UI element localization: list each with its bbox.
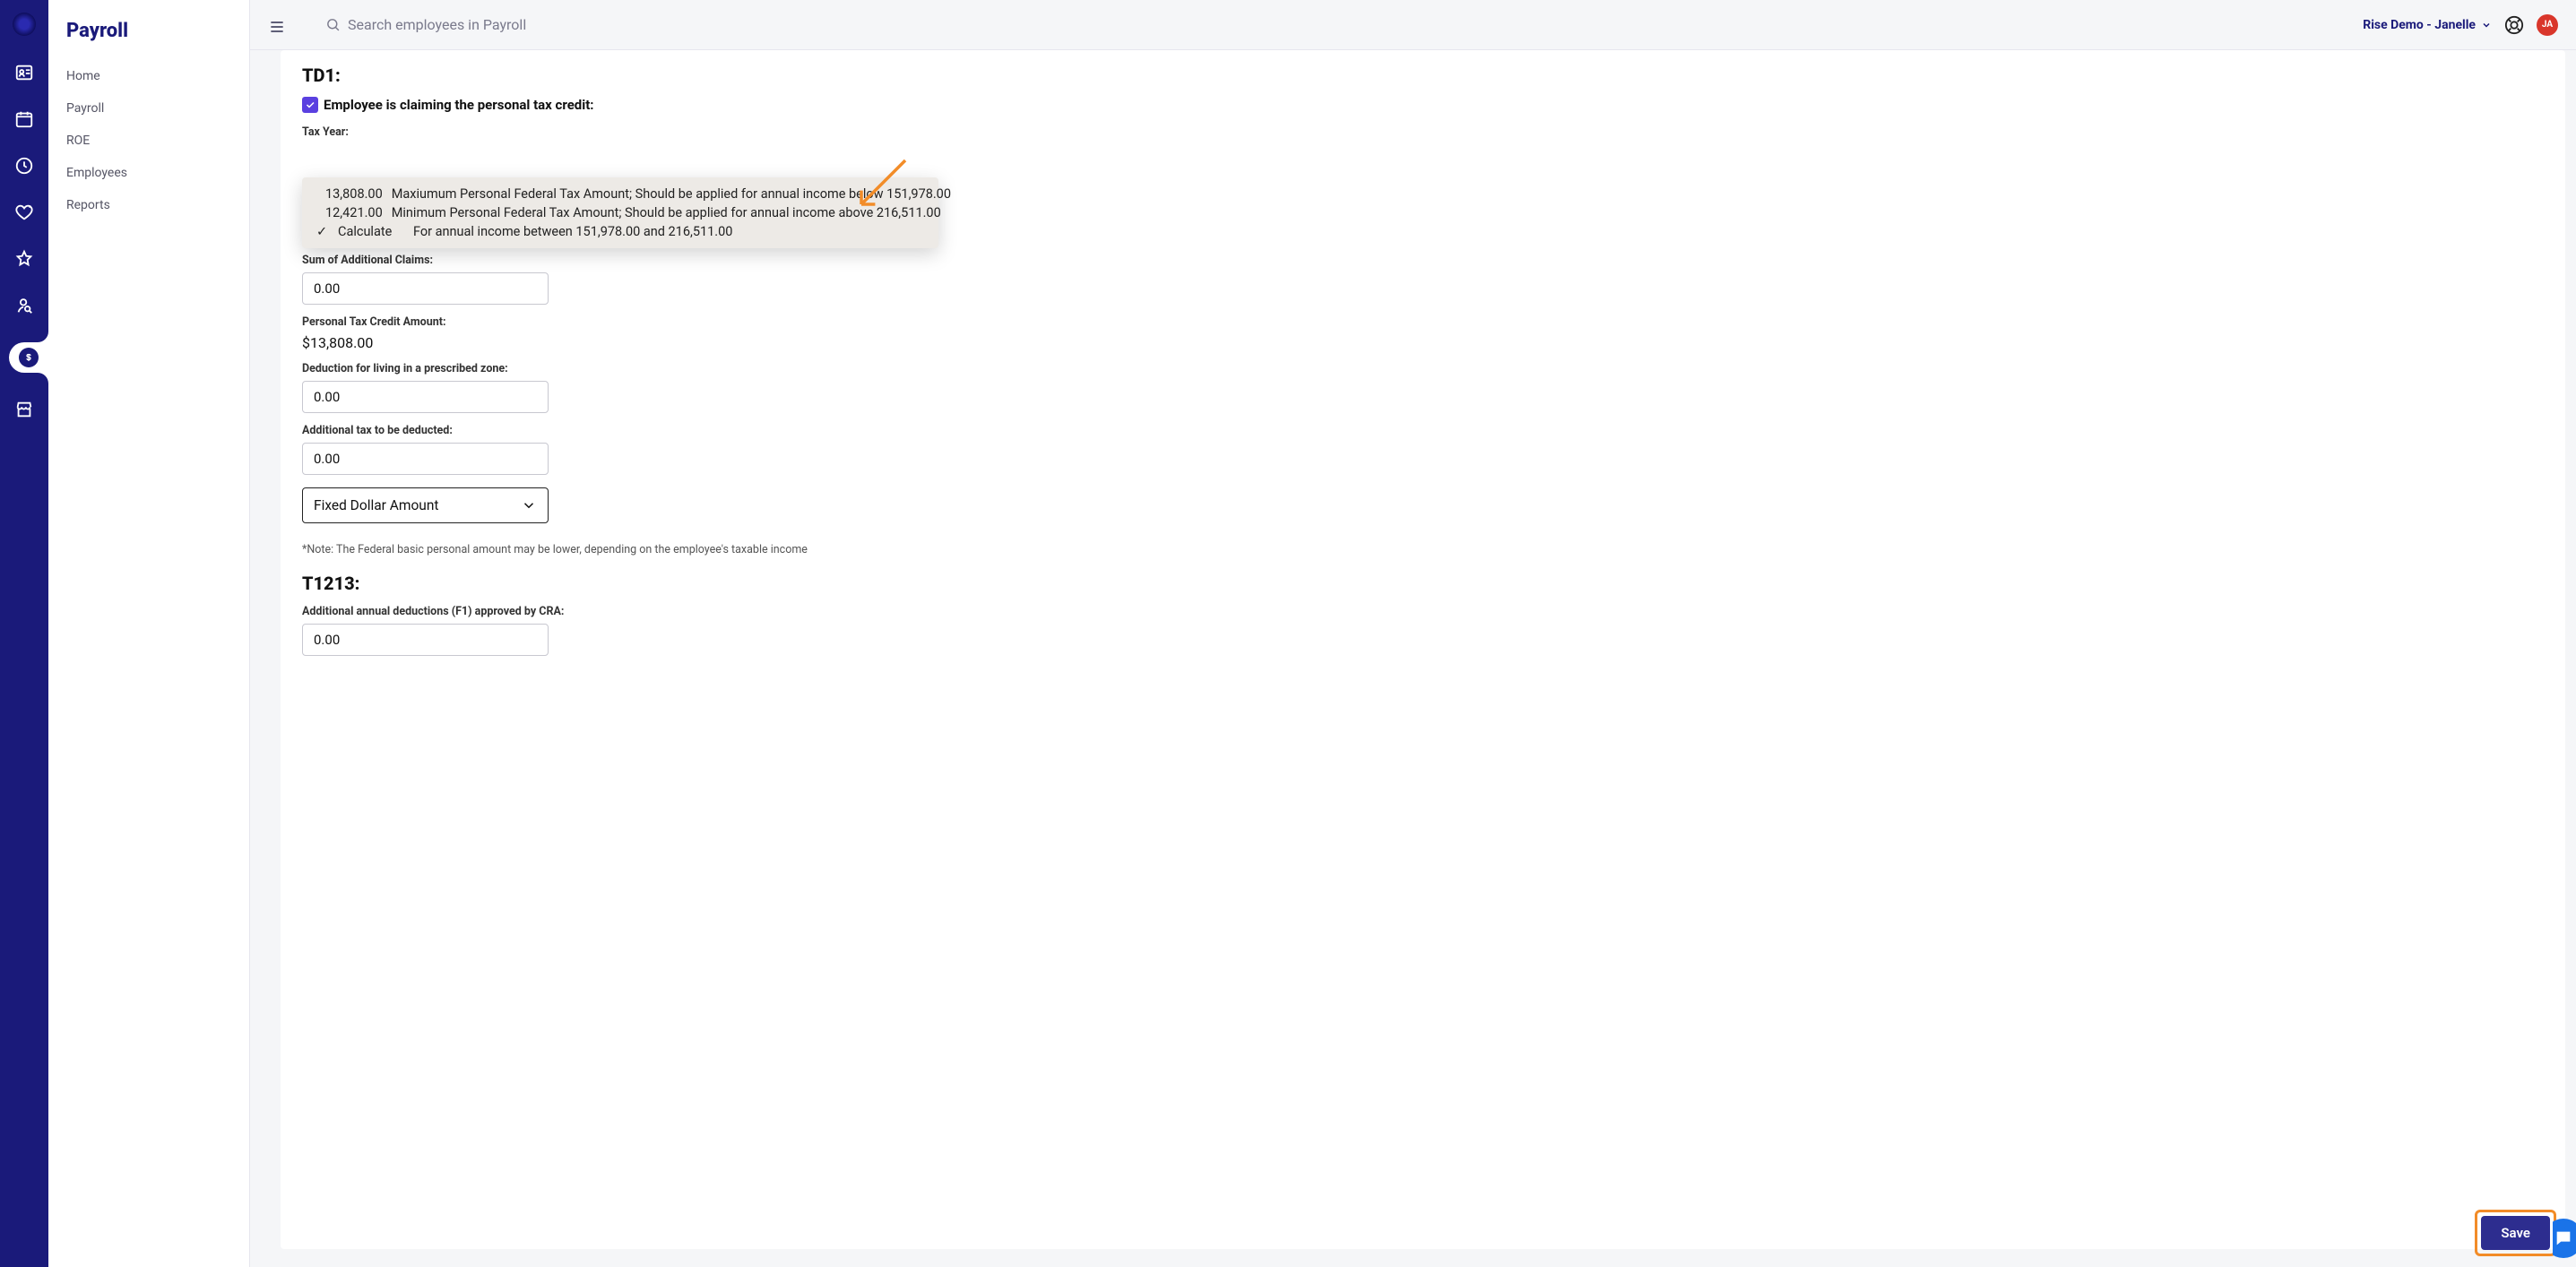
personal-tax-credit-checkbox[interactable] bbox=[302, 97, 318, 113]
sidebar-item-payroll[interactable]: Payroll bbox=[48, 92, 249, 125]
search-icon bbox=[325, 17, 341, 32]
addl-tax-label: Additional tax to be deducted: bbox=[302, 424, 2544, 437]
zone-label: Deduction for living in a prescribed zon… bbox=[302, 362, 2544, 375]
calendar-icon[interactable] bbox=[14, 109, 34, 129]
personal-tax-credit-row: Employee is claiming the personal tax cr… bbox=[302, 97, 2544, 113]
logo-icon[interactable] bbox=[13, 13, 36, 36]
f1-input[interactable] bbox=[302, 624, 549, 656]
main: Rise Demo - Janelle JA TD1: Employee is … bbox=[250, 0, 2576, 1267]
sidebar-item-home[interactable]: Home bbox=[48, 60, 249, 92]
help-icon[interactable] bbox=[2504, 15, 2524, 35]
topbar: Rise Demo - Janelle JA bbox=[250, 0, 2576, 50]
save-highlight: Save bbox=[2475, 1210, 2556, 1256]
sidebar: Payroll Home Payroll ROE Employees Repor… bbox=[48, 0, 250, 1267]
icon-rail bbox=[0, 0, 48, 1267]
search-wrap bbox=[298, 16, 2350, 33]
star-icon[interactable] bbox=[14, 249, 34, 269]
heart-icon[interactable] bbox=[14, 203, 34, 222]
tax-amount-dropdown[interactable]: 13,808.00 Maxiumum Personal Federal Tax … bbox=[302, 177, 938, 248]
sidebar-item-employees[interactable]: Employees bbox=[48, 157, 249, 189]
dropdown-option-max[interactable]: 13,808.00 Maxiumum Personal Federal Tax … bbox=[313, 185, 928, 203]
person-search-icon[interactable] bbox=[14, 296, 34, 315]
avatar[interactable]: JA bbox=[2537, 14, 2558, 36]
f1-label: Additional annual deductions (F1) approv… bbox=[302, 605, 2544, 618]
search-input[interactable] bbox=[348, 16, 706, 33]
org-switcher[interactable]: Rise Demo - Janelle bbox=[2363, 18, 2492, 32]
payroll-rail-active[interactable] bbox=[9, 342, 48, 373]
dollar-icon bbox=[19, 348, 39, 367]
addl-tax-input[interactable] bbox=[302, 443, 549, 475]
zone-input[interactable] bbox=[302, 381, 549, 413]
sidebar-item-reports[interactable]: Reports bbox=[48, 189, 249, 221]
personal-tax-credit-label: Employee is claiming the personal tax cr… bbox=[324, 97, 594, 113]
tax-year-label: Tax Year: bbox=[302, 125, 2544, 139]
ptc-label: Personal Tax Credit Amount: bbox=[302, 315, 2544, 329]
deduction-type-select[interactable]: Fixed Dollar Amount bbox=[302, 487, 549, 523]
chevron-down-icon bbox=[2481, 20, 2492, 30]
deduction-type-value: Fixed Dollar Amount bbox=[314, 497, 438, 513]
check-icon bbox=[305, 99, 316, 110]
chevron-down-icon bbox=[521, 497, 537, 513]
content: TD1: Employee is claiming the personal t… bbox=[250, 50, 2576, 1267]
option-check-selected: ✓ bbox=[316, 224, 329, 239]
federal-note: *Note: The Federal basic personal amount… bbox=[302, 543, 2544, 556]
dropdown-option-min[interactable]: 12,421.00 Minimum Personal Federal Tax A… bbox=[313, 203, 928, 222]
store-icon[interactable] bbox=[14, 400, 34, 419]
td1-heading: TD1: bbox=[302, 65, 2544, 86]
t1213-heading: T1213: bbox=[302, 573, 2544, 594]
people-icon[interactable] bbox=[14, 63, 34, 82]
org-name: Rise Demo - Janelle bbox=[2363, 18, 2476, 32]
form-card: TD1: Employee is claiming the personal t… bbox=[281, 50, 2565, 1249]
save-button[interactable]: Save bbox=[2481, 1216, 2550, 1250]
ptc-value: $13,808.00 bbox=[302, 334, 2544, 351]
sum-claims-input[interactable] bbox=[302, 272, 549, 305]
sidebar-title: Payroll bbox=[48, 16, 249, 60]
dropdown-option-calculate[interactable]: ✓ Calculate For annual income between 15… bbox=[313, 222, 928, 241]
menu-icon[interactable] bbox=[268, 18, 286, 32]
sum-claims-label: Sum of Additional Claims: bbox=[302, 254, 2544, 267]
sidebar-item-roe[interactable]: ROE bbox=[48, 125, 249, 157]
sidebar-nav: Home Payroll ROE Employees Reports bbox=[48, 60, 249, 221]
clock-icon[interactable] bbox=[14, 156, 34, 176]
